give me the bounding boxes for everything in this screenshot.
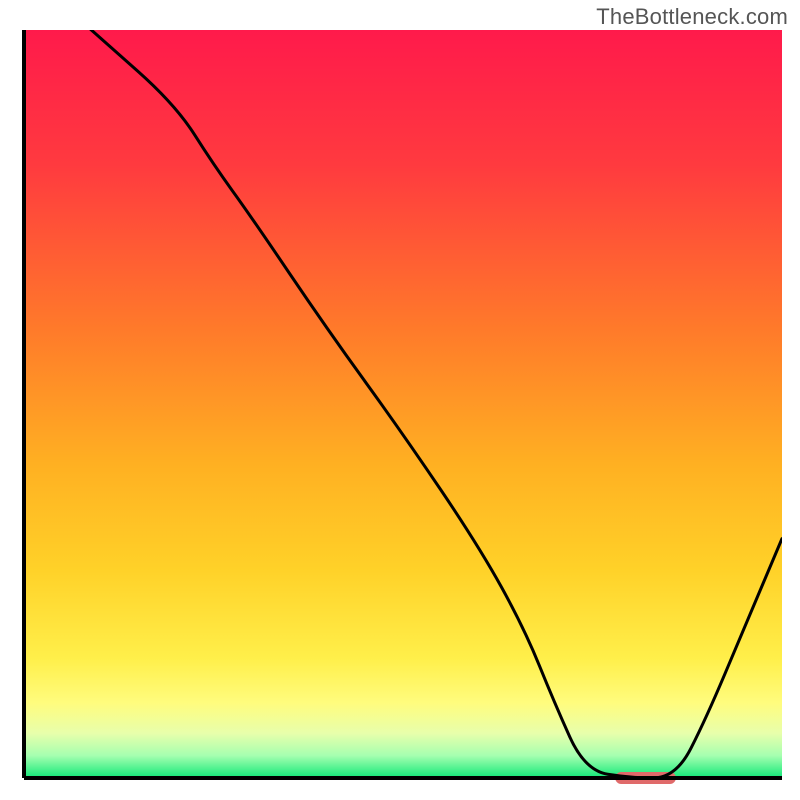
plot-area [18, 28, 784, 784]
bottleneck-chart [18, 28, 784, 784]
chart-frame: TheBottleneck.com [0, 0, 800, 800]
watermark-text: TheBottleneck.com [596, 4, 788, 30]
